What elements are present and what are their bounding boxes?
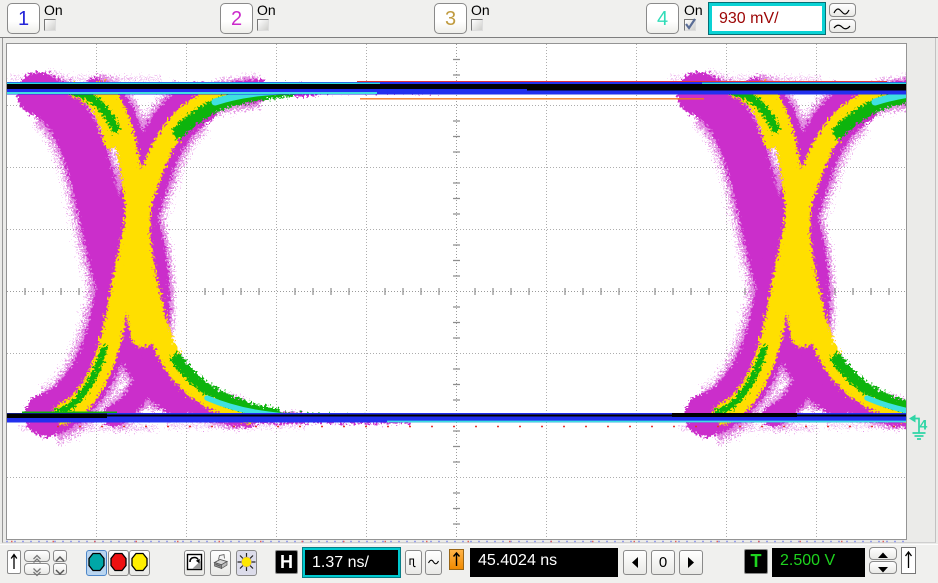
svg-text:4: 4 bbox=[920, 417, 928, 433]
